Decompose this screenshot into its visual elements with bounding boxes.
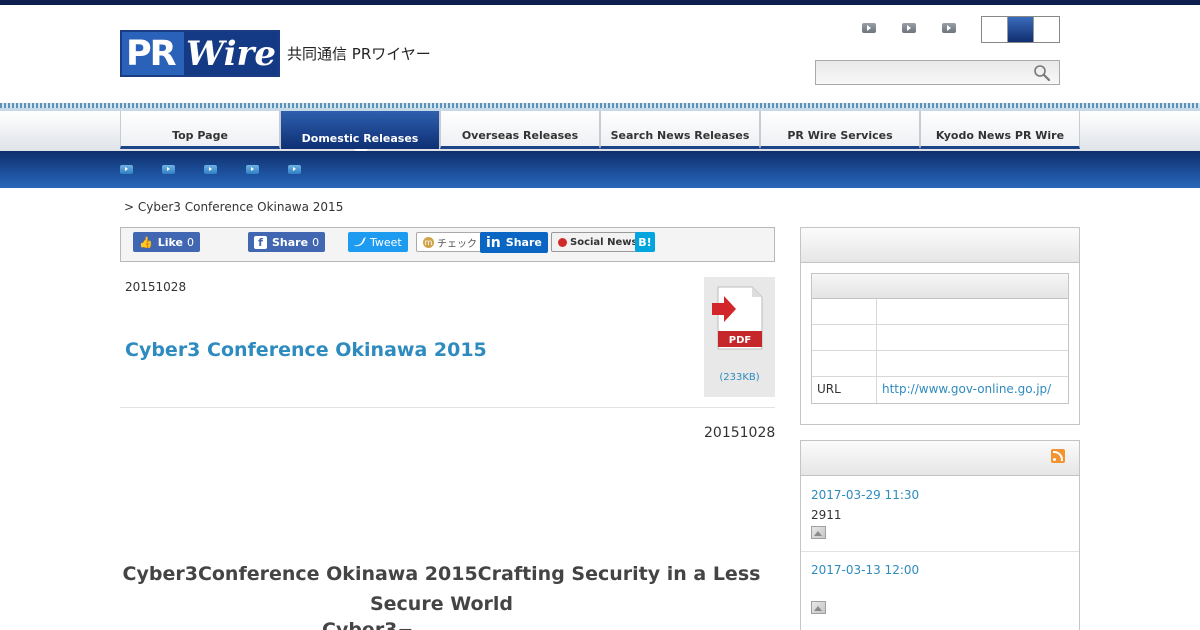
latest-news-panel-header <box>801 441 1079 476</box>
image-icon <box>811 526 826 539</box>
top-bar <box>0 0 1200 5</box>
nav-tab-domestic-releases[interactable]: Domestic Releases <box>280 111 440 156</box>
social-news-button[interactable]: Social News <box>551 232 645 252</box>
info-key <box>812 325 877 350</box>
facebook-icon: f <box>254 235 267 249</box>
mixi-icon: m <box>423 236 434 248</box>
info-value <box>877 325 1068 350</box>
company-info-panel-header <box>801 228 1079 263</box>
like-label: Like <box>157 235 183 249</box>
linkedin-icon: in <box>486 234 501 251</box>
company-url-link[interactable]: http://www.gov-online.go.jp/ <box>877 377 1068 403</box>
info-key <box>812 299 877 324</box>
pdf-badge-text: PDF <box>729 335 751 346</box>
subnav-arrow-icon[interactable] <box>120 165 133 174</box>
pdf-file-icon: PDF <box>712 286 763 350</box>
hatena-bookmark-button[interactable]: B! <box>635 232 655 252</box>
news-date[interactable]: 2017-03-29 11:30 <box>811 488 919 502</box>
rss-icon[interactable] <box>1051 449 1065 463</box>
news-list-item[interactable]: 2017-03-13 12:00 <box>811 563 919 614</box>
nav-tab-overseas-releases[interactable]: Overseas Releases <box>440 111 600 149</box>
latest-news-panel: 2017-03-29 11:30 2911 2017-03-13 12:00 <box>800 440 1080 630</box>
search-input[interactable] <box>815 60 1060 85</box>
news-list-item[interactable]: 2017-03-29 11:30 2911 <box>811 488 919 539</box>
sub-navigation <box>0 151 1200 188</box>
company-info-panel: URL http://www.gov-online.go.jp/ <box>800 227 1080 425</box>
prwire-logo: PR Wire <box>120 30 280 77</box>
thumbs-up-icon: 👍 <box>139 235 153 249</box>
info-key-url: URL <box>812 377 877 403</box>
tweet-button[interactable]: Tweet <box>348 232 408 252</box>
logo-wire-text: Wire <box>186 34 277 74</box>
logo-pr-text: PR <box>126 34 177 74</box>
site-logo[interactable]: PR Wire 共同通信 PRワイヤー <box>120 30 431 77</box>
share-count: 0 <box>312 235 320 249</box>
info-key <box>812 351 877 376</box>
news-date[interactable]: 2017-03-13 12:00 <box>811 563 919 577</box>
news-title[interactable] <box>811 583 919 597</box>
info-value <box>877 299 1068 324</box>
social-news-icon <box>558 237 567 247</box>
article-title[interactable]: Cyber3 Conference Okinawa 2015 <box>125 339 487 361</box>
content-divider <box>120 407 775 408</box>
nav-tab-search-news-releases[interactable]: Search News Releases <box>600 111 760 149</box>
linkedin-share-label: Share <box>505 236 542 249</box>
article-headline: Cyber3Conference Okinawa 2015Crafting Se… <box>122 563 761 615</box>
company-info-row <box>812 351 1068 377</box>
like-count: 0 <box>186 235 194 249</box>
social-news-label: Social News <box>570 236 638 248</box>
body-date: 20151028 <box>704 425 776 441</box>
linkedin-share-button[interactable]: in Share <box>480 232 548 253</box>
main-navigation: Top Page Domestic Releases Overseas Rele… <box>0 111 1200 156</box>
facebook-like-button[interactable]: 👍 Like 0 <box>133 232 200 252</box>
news-separator <box>801 551 1079 552</box>
news-title[interactable]: 2911 <box>811 508 919 522</box>
font-size-small-button[interactable] <box>982 17 1008 42</box>
pdf-file-size[interactable]: (233KB) <box>704 372 775 383</box>
social-share-bar: 👍 Like 0 f Share 0 Tweet m チェック in Share… <box>120 227 775 262</box>
info-value <box>877 351 1068 376</box>
logo-japanese-text: 共同通信 PRワイヤー <box>287 45 431 63</box>
tweet-label: Tweet <box>370 235 402 249</box>
pdf-download[interactable]: PDF (233KB) <box>704 277 775 397</box>
company-info-row: URL http://www.gov-online.go.jp/ <box>812 377 1068 403</box>
mixi-check-button[interactable]: m チェック <box>416 232 484 252</box>
utility-link-arrow-icon[interactable] <box>902 23 916 33</box>
utility-link-arrow-icon[interactable] <box>862 23 876 33</box>
utility-link-arrow-icon[interactable] <box>942 23 956 33</box>
article-headline-continued: Cyber3− <box>322 619 414 630</box>
font-size-switcher <box>981 16 1060 43</box>
font-size-large-button[interactable] <box>1034 17 1059 42</box>
release-date: 20151028 <box>125 280 187 294</box>
company-info-row <box>812 325 1068 351</box>
font-size-medium-button[interactable] <box>1008 17 1034 42</box>
share-label: Share <box>272 235 309 249</box>
breadcrumb: > Cyber3 Conference Okinawa 2015 <box>124 200 344 214</box>
subnav-arrow-icon[interactable] <box>246 165 259 174</box>
facebook-share-button[interactable]: f Share 0 <box>248 232 326 252</box>
nav-tab-top-page[interactable]: Top Page <box>120 111 280 149</box>
nav-tab-pr-wire-services[interactable]: PR Wire Services <box>760 111 920 149</box>
subnav-arrow-icon[interactable] <box>162 165 175 174</box>
company-info-row <box>812 299 1068 325</box>
image-icon <box>811 601 826 614</box>
subnav-arrow-icon[interactable] <box>288 165 301 174</box>
search-icon[interactable] <box>1033 64 1051 82</box>
company-info-table-header <box>812 274 1068 299</box>
utility-links <box>862 23 982 33</box>
subnav-arrow-icon[interactable] <box>204 165 217 174</box>
check-label: チェック <box>437 238 477 250</box>
nav-tab-kyodo-news-pr-wire[interactable]: Kyodo News PR Wire <box>920 111 1080 149</box>
company-info-table: URL http://www.gov-online.go.jp/ <box>811 273 1069 404</box>
twitter-bird-icon <box>354 237 366 247</box>
